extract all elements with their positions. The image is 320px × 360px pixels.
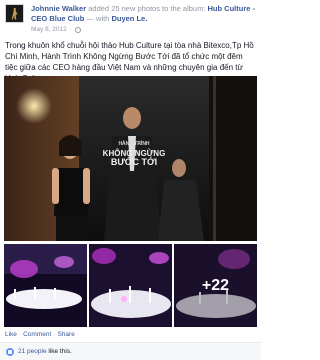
more-photos-count[interactable]: +22 [174,244,257,327]
post-date[interactable]: May 8, 2012 [31,26,67,33]
photo-thumb-2[interactable] [89,244,172,327]
like-link[interactable]: Like [5,331,17,338]
comment-link[interactable]: Comment [23,331,51,338]
with-text: — with [86,14,110,23]
post-header-text: Johnnie Walker added 25 new photos to th… [31,4,257,24]
thumb-2-image [89,244,172,327]
photo-grid: HÀNH TRÌNH KHÔNG NGỪNG BƯỚC TỚI +22 [4,76,257,327]
striding-man-logo-icon [11,7,18,20]
post-actions: Like · Comment · Share [5,331,75,338]
likes-bar: 21 people like this. [0,342,261,360]
separator-dot: · [69,26,72,33]
photo-thumb-1[interactable] [4,244,87,327]
johnnie-walker-avatar[interactable] [5,4,24,23]
likes-count-link[interactable]: 21 people [18,348,47,355]
globe-icon[interactable] [74,26,81,33]
poster-line-3: BƯỚC TỚI [110,157,158,167]
post-header: Johnnie Walker added 25 new photos to th… [5,4,257,33]
likes-tail-text: like this. [48,348,72,355]
action-text: added 25 new photos to the album: [88,4,206,13]
tagged-person-link[interactable]: Duyen Le. [111,14,147,23]
poster-line-1: HÀNH TRÌNH [118,141,150,147]
post-meta: May 8, 2012 · [31,26,81,33]
poster-title: HÀNH TRÌNH KHÔNG NGỪNG BƯỚC TỚI [94,140,174,167]
share-link[interactable]: Share [57,331,74,338]
author-link[interactable]: Johnnie Walker [31,4,86,13]
main-photo[interactable]: HÀNH TRÌNH KHÔNG NGỪNG BƯỚC TỚI [4,76,257,241]
actions-separator: · [18,331,22,338]
actions-separator: · [53,331,56,338]
photo-thumb-3[interactable]: +22 [174,244,257,327]
like-thumb-icon [6,347,14,356]
thumb-1-image [4,244,87,327]
